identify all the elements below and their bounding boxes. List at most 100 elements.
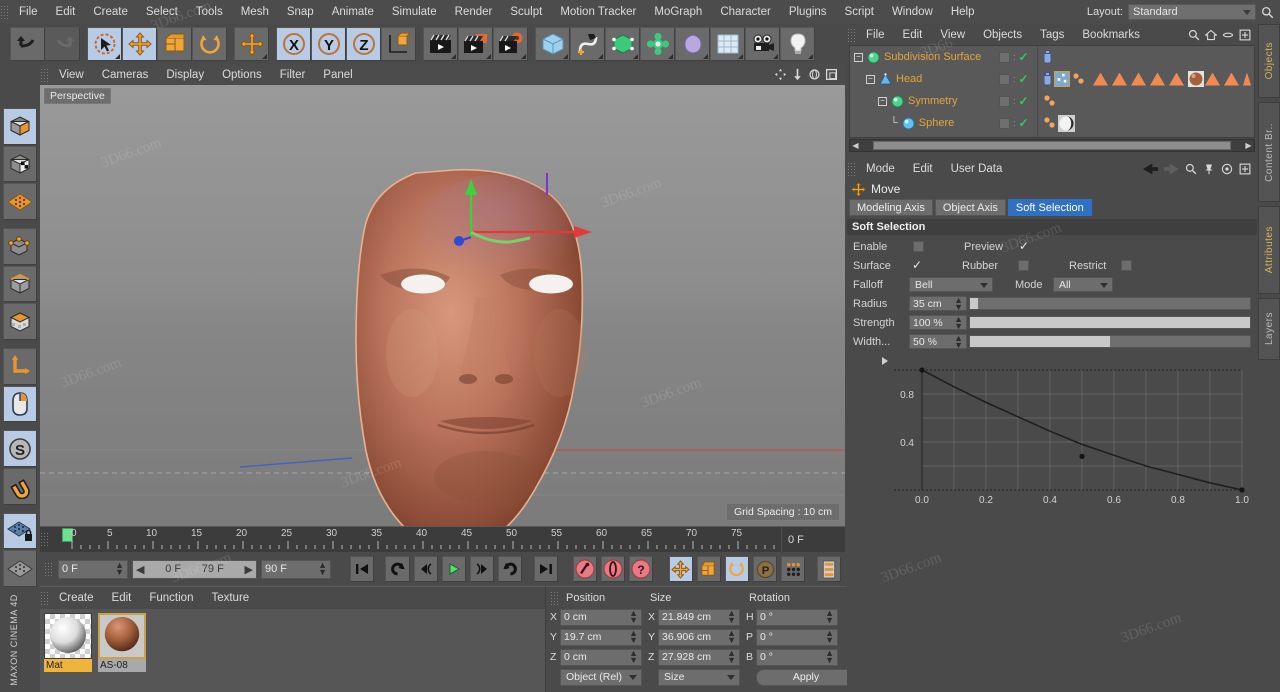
mode-toolbar[interactable]: S: [0, 64, 40, 588]
object-visibility-row[interactable]: : ✓: [995, 90, 1029, 112]
maximize-icon[interactable]: [825, 68, 838, 81]
position-y-input[interactable]: 19.7 cm ▲▼: [560, 629, 642, 646]
spinner-icon[interactable]: ▲▼: [727, 630, 736, 644]
move-button[interactable]: [122, 27, 157, 61]
timeline-view-button[interactable]: [817, 556, 841, 582]
preview-range-field[interactable]: ◀ 0 F 79 F ▶: [132, 560, 257, 579]
material-chip[interactable]: Mat: [44, 613, 92, 689]
texture-mode-button[interactable]: [3, 146, 37, 183]
play-backwards-loop-button[interactable]: [385, 556, 409, 582]
viewport-solo-button[interactable]: [3, 386, 37, 423]
scroll-left-icon[interactable]: ◀: [850, 141, 861, 150]
dolly-icon[interactable]: [791, 68, 804, 81]
apply-button[interactable]: Apply: [756, 669, 856, 686]
object-menu-bar[interactable]: File Edit View Objects Tags Bookmarks: [847, 24, 1257, 45]
object-tree[interactable]: − Subdivision Surface − Head: [850, 46, 995, 137]
editor-visibility-toggle[interactable]: [999, 74, 1010, 85]
target-icon[interactable]: [1221, 163, 1233, 175]
spinner-icon[interactable]: ▲▼: [825, 610, 834, 624]
keyframe-selection-button[interactable]: ?: [629, 556, 653, 582]
material-thumbnail[interactable]: [44, 613, 92, 659]
search-icon[interactable]: [1188, 29, 1200, 41]
viewport-panel[interactable]: View Cameras Display Options Filter Pane…: [40, 64, 845, 526]
rotation-b-input[interactable]: 0 ° ▲▼: [756, 649, 838, 666]
point-selection-tag-icon[interactable]: [1042, 116, 1056, 130]
parameter-key-button[interactable]: P: [753, 556, 777, 582]
timeline-grip[interactable]: [40, 532, 50, 546]
menu-item-mograph[interactable]: MoGraph: [645, 0, 711, 24]
editor-visibility-toggle[interactable]: [999, 118, 1010, 129]
spinner-icon[interactable]: ▲▼: [825, 630, 834, 644]
object-tags-column[interactable]: [1037, 46, 1254, 137]
object-manager[interactable]: File Edit View Objects Tags Bookmarks: [847, 24, 1257, 154]
y-axis-lock-button[interactable]: Y: [311, 27, 346, 61]
transport-grip[interactable]: [44, 562, 54, 576]
object-row-subdivision-surface[interactable]: − Subdivision Surface: [850, 46, 995, 68]
size-mode-select[interactable]: Size: [658, 669, 740, 686]
object-menu-objects[interactable]: Objects: [974, 23, 1031, 47]
render-view-button[interactable]: [423, 27, 458, 61]
selection-tag-icon[interactable]: [1150, 73, 1165, 86]
menu-item-script[interactable]: Script: [836, 0, 883, 24]
point-level-animation-button[interactable]: [781, 556, 805, 582]
menu-item-motion-tracker[interactable]: Motion Tracker: [551, 0, 645, 24]
object-menu-file[interactable]: File: [857, 23, 894, 47]
material-menu-edit[interactable]: Edit: [103, 586, 141, 610]
model-mode-button[interactable]: [3, 108, 37, 145]
undo-button[interactable]: [10, 27, 45, 61]
selection-tag-icon[interactable]: [1112, 73, 1127, 86]
spinner-icon[interactable]: ▲▼: [115, 562, 124, 576]
object-menu-view[interactable]: View: [931, 23, 974, 47]
material-grip[interactable]: [40, 591, 50, 605]
scale-button[interactable]: [157, 27, 192, 61]
main-menu-bar[interactable]: File Edit Create Select Tools Mesh Snap …: [0, 0, 1280, 24]
spinner-icon[interactable]: ▲▼: [954, 335, 963, 349]
home-icon[interactable]: [1205, 29, 1217, 41]
attribute-tabs[interactable]: Modeling Axis Object Axis Soft Selection: [847, 199, 1257, 216]
rubber-checkbox[interactable]: [1018, 260, 1029, 271]
expand-icon[interactable]: [1239, 163, 1251, 175]
render-settings-button[interactable]: [493, 27, 528, 61]
radius-slider[interactable]: [969, 297, 1251, 310]
range-next-arrow-icon[interactable]: ▶: [245, 563, 253, 576]
side-tab-content-browser[interactable]: Content Br..: [1258, 102, 1280, 202]
width-slider[interactable]: [969, 335, 1251, 348]
viewport-menu-display[interactable]: Display: [157, 64, 213, 87]
material-menu-function[interactable]: Function: [140, 586, 202, 610]
pan-icon[interactable]: [774, 68, 787, 81]
width-input[interactable]: 50 % ▲▼: [909, 334, 967, 349]
rotate-button[interactable]: [192, 27, 227, 61]
polygons-mode-button[interactable]: [3, 303, 37, 340]
range-prev-arrow-icon[interactable]: ◀: [136, 563, 144, 576]
side-tab-objects[interactable]: Objects: [1258, 24, 1280, 98]
play-button[interactable]: [442, 556, 466, 582]
expand-icon[interactable]: [1239, 29, 1251, 41]
play-forwards-loop-button[interactable]: [498, 556, 522, 582]
object-tag-row[interactable]: [1038, 46, 1254, 68]
scrollbar-thumb[interactable]: [873, 141, 1231, 150]
move-axis-button[interactable]: [234, 27, 269, 61]
scroll-right-icon[interactable]: ▶: [1243, 141, 1254, 150]
material-menu-bar[interactable]: Create Edit Function Texture: [40, 587, 545, 609]
point-selection-tag-icon[interactable]: [1071, 72, 1085, 86]
spinner-icon[interactable]: ▲▼: [954, 316, 963, 330]
viewport-menu-bar[interactable]: View Cameras Display Options Filter Pane…: [40, 64, 845, 85]
viewport-menu-filter[interactable]: Filter: [271, 64, 315, 87]
material-tag-icon[interactable]: [1188, 71, 1204, 87]
object-menu-bookmarks[interactable]: Bookmarks: [1073, 23, 1149, 47]
timeline-frame-field[interactable]: 0 F: [781, 527, 845, 552]
object-name[interactable]: Head: [896, 73, 922, 85]
enabled-check-icon[interactable]: ✓: [1019, 94, 1029, 108]
add-floor-button[interactable]: [710, 27, 745, 61]
back-arrow-icon[interactable]: [1143, 163, 1158, 175]
enabled-check-icon[interactable]: ✓: [1019, 72, 1029, 86]
menu-item-simulate[interactable]: Simulate: [383, 0, 446, 24]
menu-item-edit[interactable]: Edit: [47, 0, 85, 24]
menu-item-help[interactable]: Help: [942, 0, 984, 24]
selection-tag-icon[interactable]: [1169, 73, 1184, 86]
falloff-select[interactable]: Bell: [909, 277, 993, 292]
object-row-sphere[interactable]: └ Sphere: [850, 112, 995, 134]
tab-soft-selection[interactable]: Soft Selection: [1008, 199, 1092, 216]
forward-arrow-icon[interactable]: [1164, 163, 1179, 175]
spinner-icon[interactable]: ▲▼: [629, 650, 638, 664]
